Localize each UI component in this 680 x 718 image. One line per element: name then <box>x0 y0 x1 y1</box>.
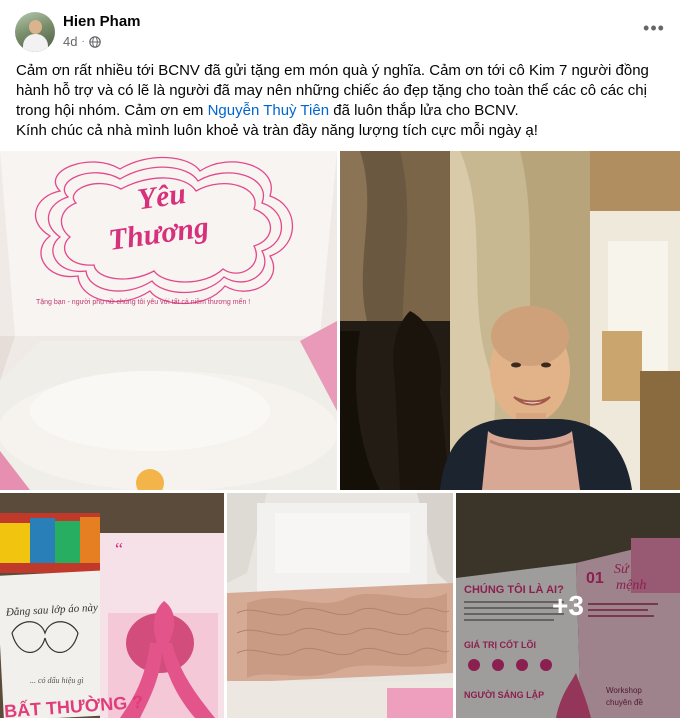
more-options-icon[interactable]: ••• <box>640 14 668 42</box>
box-tagline: Tặng bạn - người phụ nữ chúng tôi yêu vớ… <box>36 299 251 306</box>
portrait-illustration <box>340 151 680 490</box>
globe-icon[interactable] <box>89 35 101 48</box>
photo-brochure[interactable]: CHÚNG TÔI LÀ AI? GIÁ TRỊ CỐT LÕI NGƯỜI S… <box>456 493 680 718</box>
post-meta: 4d · <box>63 34 101 49</box>
post-paragraph-2: Kính chúc cả nhà mình luôn khoẻ và tràn … <box>16 122 538 139</box>
author-avatar[interactable] <box>15 12 55 52</box>
svg-text:... có dấu hiệu gì: ... có dấu hiệu gì <box>30 676 84 685</box>
post-paragraph-1: Cảm ơn rất nhiều tới BCNV đã gửi tặng em… <box>16 61 666 121</box>
mention-link[interactable]: Nguyễn Thuỳ Tiên <box>208 102 329 119</box>
photo-gift-box[interactable]: Yêu Thương Tặng bạn - người phụ nữ chúng… <box>0 151 337 490</box>
lace-garment-illustration <box>227 493 453 718</box>
photo-portrait[interactable] <box>340 151 680 490</box>
photo-lace-garment[interactable] <box>227 493 453 718</box>
svg-text:Yêu: Yêu <box>135 177 187 216</box>
paragraph-text: đã luôn thắp lửa cho BCNV. <box>329 102 519 119</box>
more-photos-overlay[interactable]: +3 <box>456 493 680 718</box>
post-header: Hien Pham 4d · ••• <box>0 0 680 56</box>
gift-box-illustration: Yêu Thương <box>0 151 337 490</box>
meta-separator: · <box>81 36 85 47</box>
svg-text:“: “ <box>115 539 123 559</box>
post-time[interactable]: 4d <box>63 34 77 49</box>
post-text: Cảm ơn rất nhiều tới BCNV đã gửi tặng em… <box>16 61 666 141</box>
booklet-illustration: “ Đằng sau lớp áo này ... có dấu hiệu gì… <box>0 493 224 718</box>
photo-booklet[interactable]: “ Đằng sau lớp áo này ... có dấu hiệu gì… <box>0 493 224 718</box>
author-name[interactable]: Hien Pham <box>63 13 141 30</box>
